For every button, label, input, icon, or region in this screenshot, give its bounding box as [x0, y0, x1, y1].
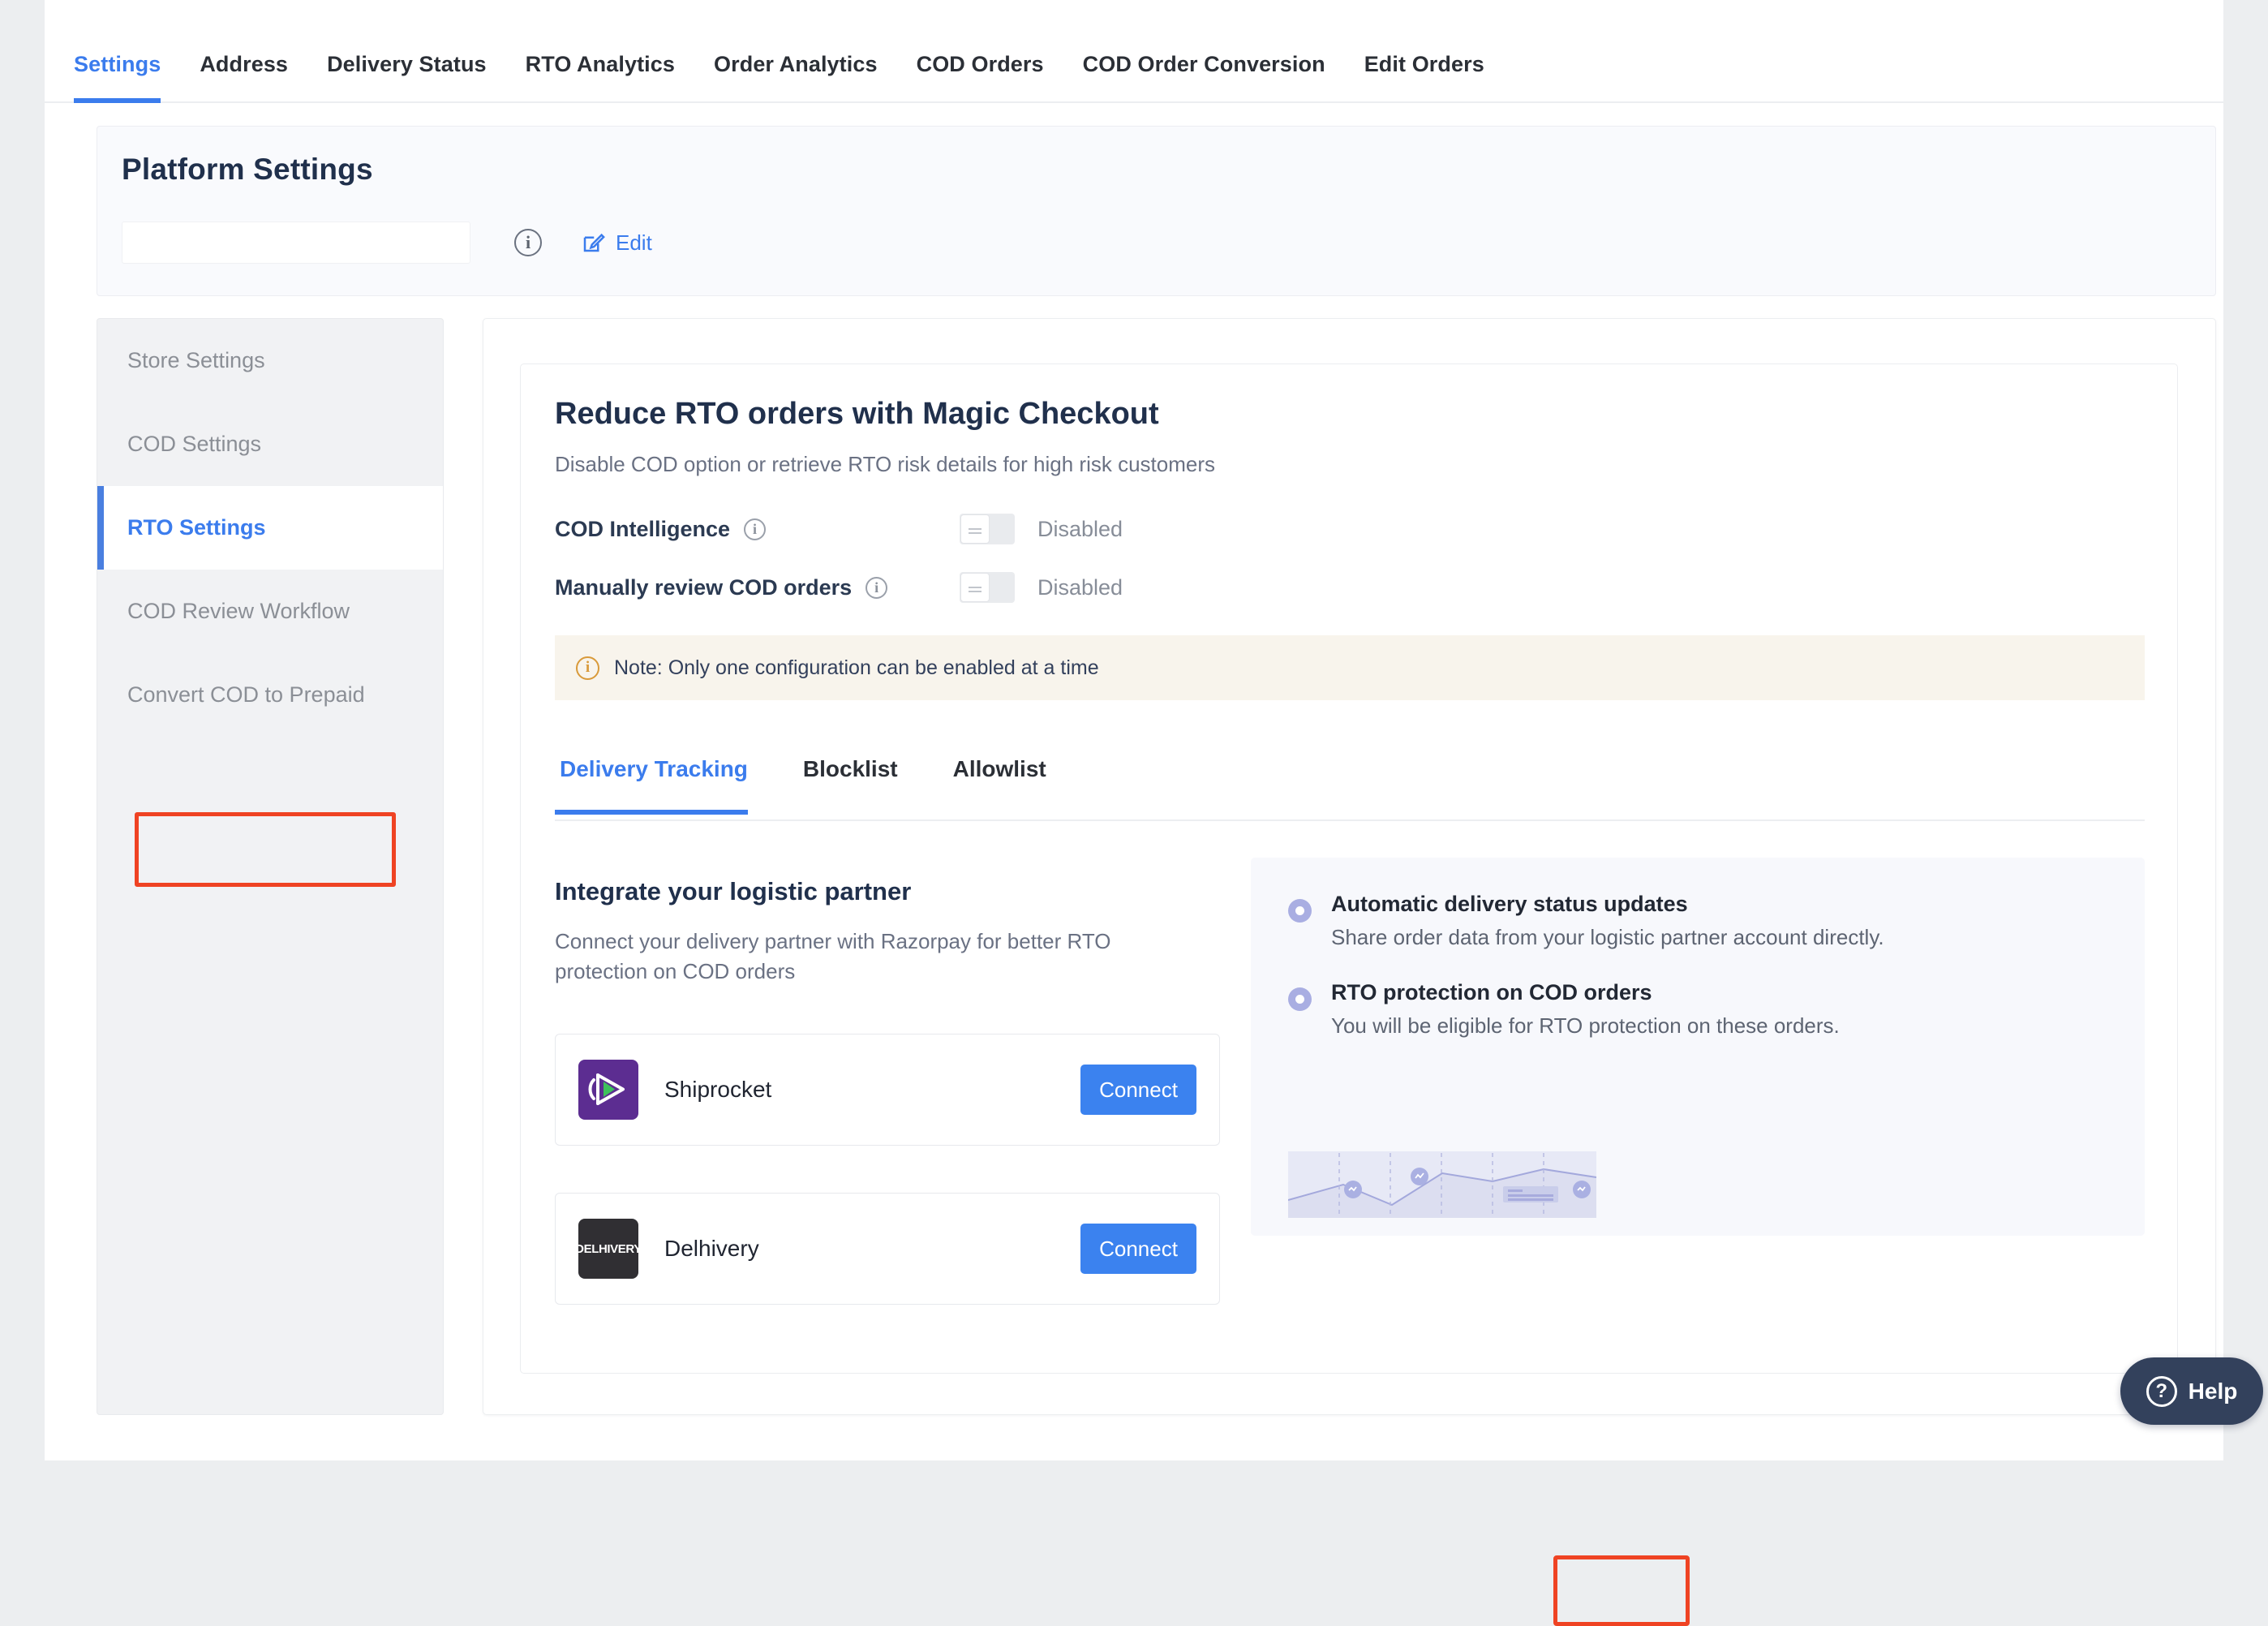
sidebar-item-label: Convert COD to Prepaid	[127, 682, 365, 707]
section-title: Reduce RTO orders with Magic Checkout	[555, 397, 1159, 431]
partner-card-delhivery[interactable]: DELHIVERY Delhivery Connect	[555, 1193, 1220, 1305]
manual-review-control: Disabled	[960, 572, 1123, 603]
top-navigation-tabs: Settings Address Delivery Status RTO Ana…	[45, 0, 2223, 103]
tab-allowlist[interactable]: Allowlist	[948, 750, 1069, 813]
integrate-description: Connect your delivery partner with Razor…	[555, 929, 1111, 983]
cod-intelligence-row: COD Intelligence i	[555, 517, 767, 542]
bullet-dot-icon	[1288, 987, 1312, 1011]
sidebar-item-cod-settings[interactable]: COD Settings	[97, 402, 443, 486]
sidebar-item-rto-settings[interactable]: RTO Settings	[97, 486, 443, 570]
benefit-title: RTO protection on COD orders	[1331, 979, 1652, 1004]
page-title: Platform Settings	[122, 153, 373, 186]
help-label: Help	[2188, 1378, 2238, 1404]
tab-order-analytics[interactable]: Order Analytics	[694, 52, 897, 101]
settings-sidebar: Store Settings COD Settings RTO Settings…	[97, 318, 444, 1415]
tab-delivery-tracking[interactable]: Delivery Tracking	[555, 750, 771, 815]
connect-button-delhivery[interactable]: Connect	[1080, 1224, 1196, 1274]
platform-select[interactable]	[122, 222, 470, 264]
tab-blocklist[interactable]: Blocklist	[798, 750, 921, 813]
tab-rto-analytics[interactable]: RTO Analytics	[506, 52, 694, 101]
manual-review-state: Disabled	[1037, 574, 1123, 600]
tab-edit-orders[interactable]: Edit Orders	[1345, 52, 1504, 101]
edit-pencil-icon	[583, 233, 605, 252]
sidebar-item-label: Store Settings	[127, 348, 265, 372]
note-banner: i Note: Only one configuration can be en…	[555, 635, 2145, 700]
sidebar-item-label: RTO Settings	[127, 515, 266, 540]
inner-tab-strip: Delivery Tracking Blocklist Allowlist	[555, 750, 2145, 821]
benefit-automatic-delivery-status: Automatic delivery status updates Share …	[1288, 892, 2107, 953]
partner-name: Shiprocket	[664, 1077, 772, 1102]
cod-intelligence-toggle[interactable]	[960, 514, 1015, 544]
benefit-description: Share order data from your logistic part…	[1331, 925, 1884, 949]
tab-address[interactable]: Address	[180, 52, 307, 101]
main-content-card: Reduce RTO orders with Magic Checkout Di…	[483, 318, 2216, 1626]
sidebar-item-store-settings[interactable]: Store Settings	[97, 319, 443, 402]
connect-button-highlight-box	[1553, 1555, 1690, 1626]
info-icon: i	[576, 656, 599, 680]
toggle-label-text: Manually review COD orders	[555, 575, 853, 600]
manual-review-row: Manually review COD orders i	[555, 575, 888, 600]
toggle-label-text: COD Intelligence	[555, 517, 731, 541]
note-text: Note: Only one configuration can be enab…	[614, 656, 1099, 679]
sidebar-item-convert-cod-to-prepaid[interactable]: Convert COD to Prepaid	[97, 653, 443, 737]
info-icon[interactable]: i	[866, 577, 888, 599]
area-chart-illustration	[1288, 1151, 1596, 1218]
partner-name: Delhivery	[664, 1236, 759, 1261]
platform-settings-panel: Platform Settings i Edit	[97, 126, 2216, 296]
rto-settings-panel: Reduce RTO orders with Magic Checkout Di…	[520, 363, 2178, 1626]
edit-label: Edit	[616, 230, 652, 255]
toggle-knob	[960, 514, 990, 544]
info-icon[interactable]: i	[744, 518, 767, 540]
manual-review-toggle[interactable]	[960, 572, 1015, 603]
help-button[interactable]: ? Help	[2120, 1357, 2263, 1425]
benefit-rto-protection: RTO protection on COD orders You will be…	[1288, 980, 2107, 1041]
connect-button-shiprocket[interactable]: Connect	[1080, 1065, 1196, 1115]
info-icon[interactable]: i	[514, 229, 542, 256]
partner-card-shiprocket[interactable]: Shiprocket Connect	[555, 1034, 1220, 1146]
shiprocket-logo	[578, 1060, 638, 1120]
tab-settings[interactable]: Settings	[54, 52, 180, 103]
bullet-dot-icon	[1288, 899, 1312, 923]
sidebar-item-cod-review-workflow[interactable]: COD Review Workflow	[97, 570, 443, 653]
edit-button[interactable]: Edit	[581, 230, 652, 256]
delhivery-logo-text: DELHIVERY	[575, 1241, 642, 1256]
shiprocket-play-icon	[588, 1073, 625, 1105]
platform-settings-controls: i Edit	[122, 222, 652, 264]
cod-intelligence-label: COD Intelligence i	[555, 517, 767, 542]
app-page: Settings Address Delivery Status RTO Ana…	[45, 0, 2263, 1626]
toggle-knob	[960, 573, 990, 602]
manual-review-label: Manually review COD orders i	[555, 575, 888, 600]
tab-cod-orders[interactable]: COD Orders	[897, 52, 1063, 101]
integrate-title: Integrate your logistic partner	[555, 877, 912, 905]
delhivery-logo: DELHIVERY	[575, 1219, 642, 1279]
cod-intelligence-control: Disabled	[960, 514, 1123, 544]
cod-intelligence-state: Disabled	[1037, 516, 1123, 541]
benefits-info-panel: Automatic delivery status updates Share …	[1251, 858, 2145, 1236]
sidebar-item-label: COD Review Workflow	[127, 599, 350, 623]
question-mark-circle-icon: ?	[2146, 1375, 2177, 1407]
section-subtitle: Disable COD option or retrieve RTO risk …	[555, 452, 1215, 476]
tab-delivery-status[interactable]: Delivery Status	[307, 52, 506, 101]
benefit-title: Automatic delivery status updates	[1331, 892, 1688, 916]
tab-cod-order-conversion[interactable]: COD Order Conversion	[1063, 52, 1345, 101]
benefit-description: You will be eligible for RTO protection …	[1331, 1013, 1840, 1038]
sidebar-item-label: COD Settings	[127, 432, 262, 456]
